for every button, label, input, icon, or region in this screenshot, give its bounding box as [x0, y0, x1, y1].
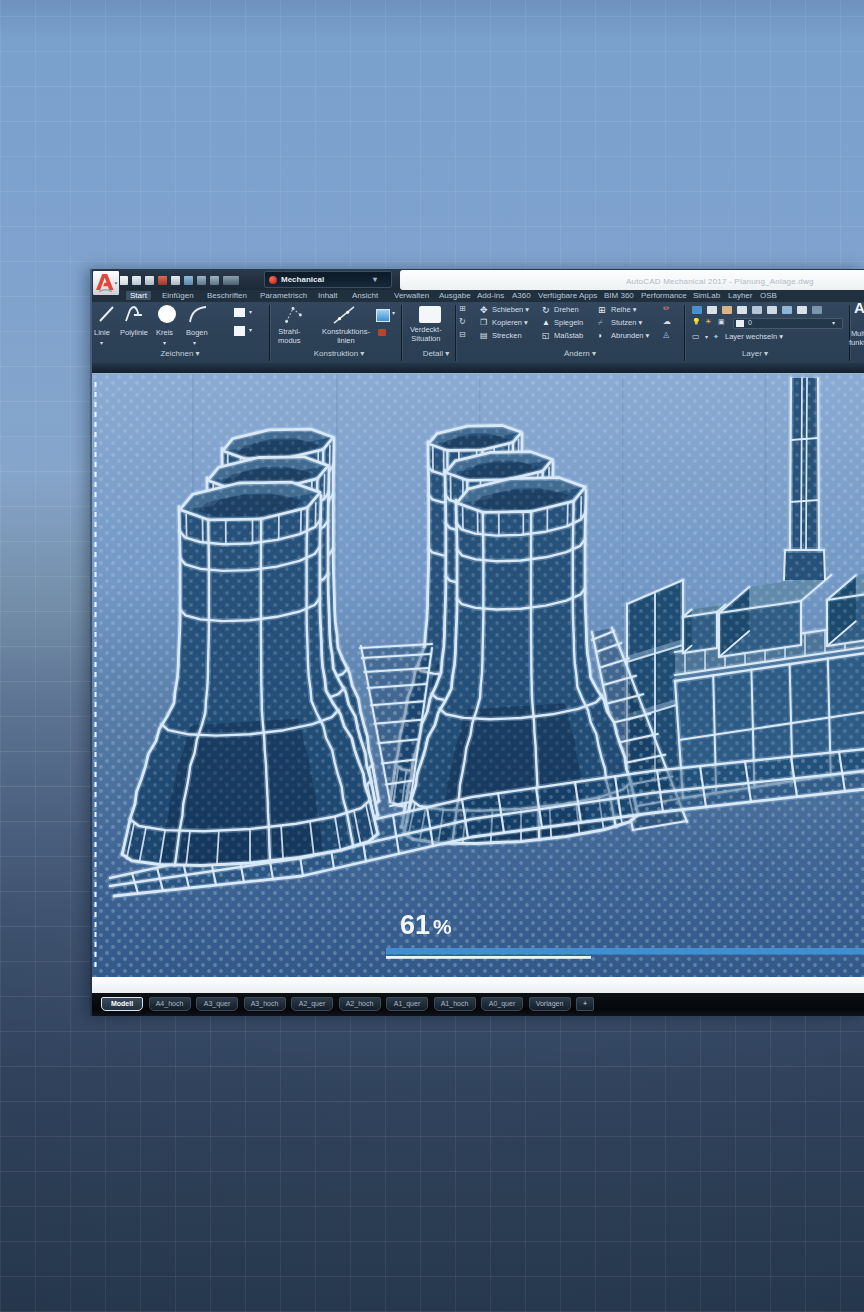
svg-text:61%: 61%: [400, 910, 452, 940]
